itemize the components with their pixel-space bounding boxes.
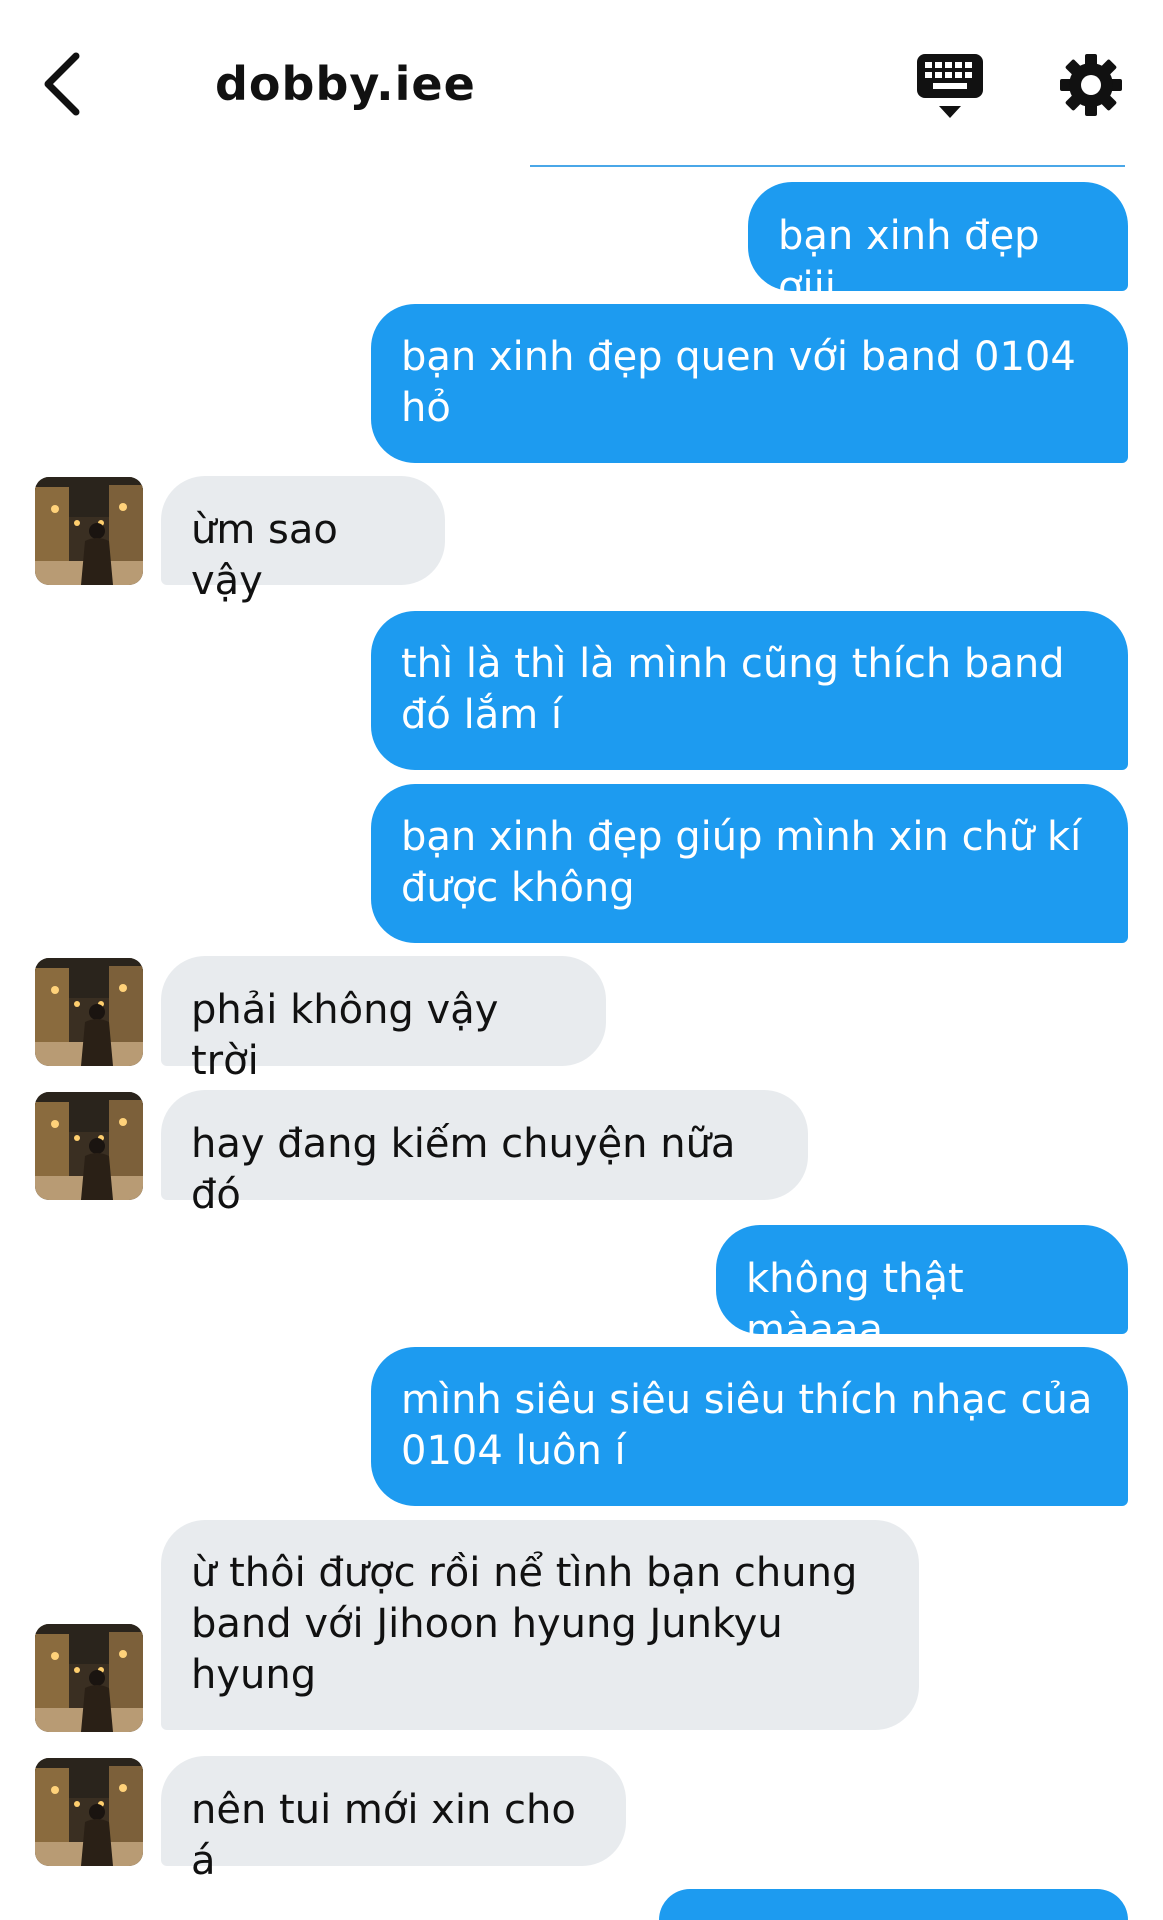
avatar-photo	[35, 1624, 143, 1732]
message-bubble-received[interactable]: ừm sao vậy	[161, 476, 445, 604]
message-bubble-sent[interactable]: thì là thì là mình cũng thích band đó lắ…	[371, 611, 1128, 770]
avatar[interactable]	[35, 1092, 143, 1200]
header-divider	[530, 165, 1125, 167]
avatar[interactable]	[35, 477, 143, 585]
settings-button[interactable]	[1058, 52, 1124, 118]
avatar[interactable]	[35, 958, 143, 1066]
conversation-title[interactable]: dobby.iee	[215, 56, 476, 112]
avatar[interactable]	[35, 1758, 143, 1866]
avatar-photo	[35, 477, 143, 585]
message-bubble-sent[interactable]: bạn xinh đẹp giúp mình xin chữ kí được k…	[371, 784, 1128, 943]
chevron-left-icon	[44, 52, 80, 116]
message-bubble-sent[interactable]: bạn xinh đẹp quen với band 0104 hỏ	[371, 304, 1128, 463]
message-bubble-sent[interactable]: mình siêu siêu siêu thích nhạc của 0104 …	[371, 1347, 1128, 1506]
back-button[interactable]	[38, 48, 90, 120]
avatar-photo	[35, 1092, 143, 1200]
message-bubble-received[interactable]: hay đang kiếm chuyện nữa đó	[161, 1090, 808, 1218]
keyboard-toggle-button[interactable]	[915, 52, 985, 122]
message-bubble-sent[interactable]: bạn xinh đẹp ơiii	[748, 182, 1128, 310]
gear-icon	[1060, 54, 1122, 116]
keyboard-icon	[917, 54, 983, 118]
message-bubble-received[interactable]: nên tui mới xin cho á	[161, 1756, 626, 1884]
message-bubble-received[interactable]: ừ thôi được rồi nể tình bạn chung band v…	[161, 1520, 919, 1730]
message-bubble-received[interactable]: phải không vậy trời	[161, 956, 606, 1084]
header-bar: dobby.iee	[0, 0, 1163, 165]
message-bubble-sent[interactable]: không thật màaaa	[716, 1225, 1128, 1353]
message-bubble-sent-partial[interactable]	[659, 1889, 1128, 1920]
avatar[interactable]	[35, 1624, 143, 1732]
avatar-photo	[35, 1758, 143, 1866]
avatar-photo	[35, 958, 143, 1066]
